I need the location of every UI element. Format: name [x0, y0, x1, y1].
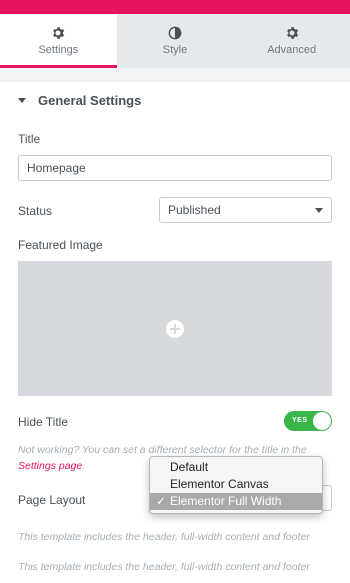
gear-icon — [53, 27, 65, 39]
gear-icon — [286, 27, 298, 39]
layout-option-elementor-full-width[interactable]: ✓ Elementor Full Width — [150, 493, 322, 510]
featured-image-picker[interactable] — [18, 261, 332, 396]
layout-option-default[interactable]: Default — [150, 459, 322, 476]
tab-advanced[interactable]: Advanced — [233, 14, 350, 68]
title-input[interactable] — [18, 155, 332, 181]
settings-page-link[interactable]: Settings page — [18, 460, 82, 472]
tab-settings-label: Settings — [38, 44, 79, 56]
tab-style-label: Style — [162, 44, 188, 56]
section-header-general-settings[interactable]: General Settings — [0, 82, 350, 118]
tab-style[interactable]: Style — [117, 14, 234, 68]
layout-option-elementor-canvas[interactable]: Elementor Canvas — [150, 476, 322, 493]
template-description-1: This template includes the header, full-… — [18, 531, 310, 543]
tab-settings[interactable]: Settings — [0, 14, 117, 68]
section-title: General Settings — [38, 92, 142, 108]
status-label: Status — [18, 204, 53, 218]
caret-down-icon — [18, 97, 26, 103]
status-select-value: Published — [168, 203, 221, 217]
hide-title-label: Hide Title — [18, 415, 69, 429]
toggle-knob — [313, 412, 331, 430]
top-accent-bar — [0, 0, 350, 14]
hide-title-toggle[interactable]: YES — [284, 411, 332, 431]
tab-advanced-label: Advanced — [267, 44, 317, 56]
toggle-yes-text: YES — [292, 417, 308, 424]
checkmark-icon: ✓ — [156, 494, 167, 508]
add-image-icon — [166, 319, 184, 338]
contrast-icon — [168, 26, 182, 40]
template-description-2: This template includes the header, full-… — [18, 561, 310, 573]
featured-image-label: Featured Image — [18, 238, 103, 252]
page-layout-dropdown-menu: Default Elementor Canvas ✓ Elementor Ful… — [149, 456, 323, 514]
panel-tabs: Settings Style Advanced — [0, 14, 350, 68]
chevron-down-icon — [315, 208, 323, 213]
page-layout-label: Page Layout — [18, 493, 86, 507]
title-label: Title — [18, 132, 41, 146]
hide-title-help-text: Not working? You can set a different sel… — [18, 444, 307, 456]
status-select[interactable]: Published — [159, 197, 332, 223]
